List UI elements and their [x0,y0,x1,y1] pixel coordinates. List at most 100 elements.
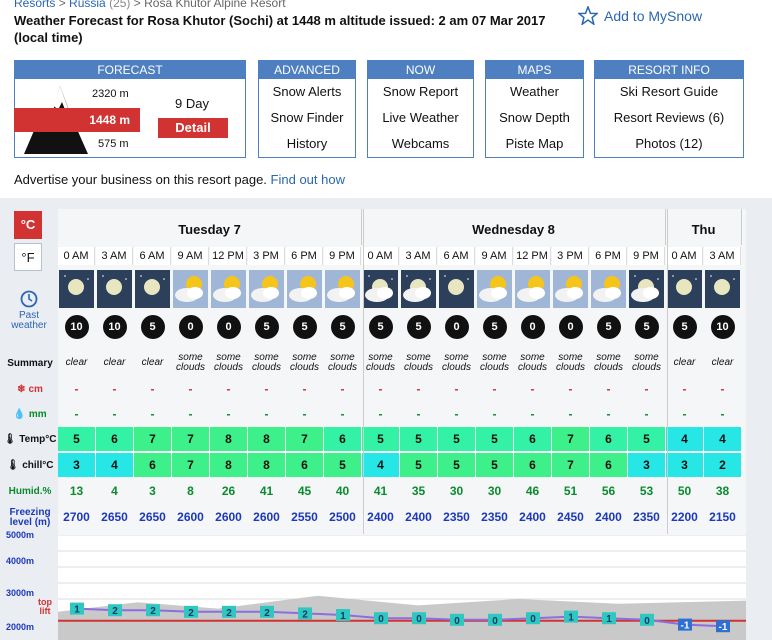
temp-cell: 7 [286,427,323,451]
wind-speed: 0 [520,315,545,339]
humid-cell: 8 [187,484,194,498]
summary-cell: clear [103,357,126,368]
breadcrumb-country[interactable]: Russia [69,0,106,10]
chart-tick-label: 3000m [6,588,35,598]
wind-arrow-icon: 5 [628,312,665,342]
temp-label: 🌡 Temp°C [2,427,58,451]
humid-cell: 30 [449,484,464,498]
wind-arrow-icon: 0 [552,312,589,342]
humid-cell: 46 [525,484,540,498]
day-header: Tuesday 7 [58,209,362,245]
night-cloud-icon [363,270,398,308]
photos-link[interactable]: Photos (12) [595,131,743,157]
freezing-cell: 2400 [367,510,394,524]
chill-cell: 4 [96,453,133,477]
thermometer-chill-icon: 🌡 [6,459,20,471]
freezing-cell: 2600 [177,510,204,524]
ski-resort-guide-link[interactable]: Ski Resort Guide [595,79,743,105]
summary-label: Summary [2,350,58,376]
wind-speed: 0 [178,315,203,339]
hour-label: 12 PM [210,247,247,265]
summary-cell: some clouds [404,352,433,373]
detail-button[interactable]: Detail [158,118,228,138]
summary-cell: some clouds [556,352,585,373]
top-elevation[interactable]: 2320 m [92,88,129,100]
summary-cell: some clouds [214,352,243,373]
wind-speed: 5 [292,315,317,339]
snow-alerts-link[interactable]: Snow Alerts [259,79,355,105]
wind-arrow-icon: 0 [172,312,209,342]
snow-cell: - [378,382,383,396]
resort-reviews-link[interactable]: Resort Reviews (6) [595,105,743,131]
now-header: NOW [368,61,473,79]
rain-cell: - [74,407,79,421]
webcams-link[interactable]: Webcams [368,131,473,157]
weather-map-link[interactable]: Weather [486,79,583,105]
summary-cell: some clouds [366,352,395,373]
sun-cloud-icon [173,270,208,308]
piste-map-link[interactable]: Piste Map [486,131,583,157]
temp-cell: 5 [476,427,513,451]
freezing-chart: 1 2 2 2 2 2 2 1 0 0 0 0 0 1 1 0 -1 -1 [58,535,746,640]
wind-speed: 0 [216,315,241,339]
freezing-marker-label: 0 [530,614,536,625]
past-weather-link[interactable]: Past weather [4,290,54,331]
hour-label: 6 AM [134,247,171,265]
hour-label: 0 AM [58,247,95,265]
chart-tick-label: 5000m [6,530,35,540]
summary-cell: clear [141,357,164,368]
hour-label: 6 AM [438,247,475,265]
wind-arrow-icon: 5 [400,312,437,342]
wind-arrow-icon: 10 [58,312,95,342]
temp-cell: 5 [400,427,437,451]
night-cloud-icon [401,270,436,308]
find-out-how-link[interactable]: Find out how [271,172,345,187]
wind-speed: 5 [140,315,165,339]
history-link[interactable]: History [259,131,355,157]
temp-cell: 5 [628,427,665,451]
mid-elevation[interactable]: 1448 m [14,108,140,132]
humid-cell: 26 [221,484,236,498]
hour-label: 3 PM [248,247,285,265]
wind-arrow-icon: 10 [704,312,741,342]
wind-speed: 10 [102,315,127,339]
snow-finder-link[interactable]: Snow Finder [259,105,355,131]
raindrop-icon: 💧 [13,408,26,420]
bottom-elevation[interactable]: 575 m [98,138,129,150]
freezing-cell: 2200 [671,510,698,524]
rain-cell: - [302,407,307,421]
wind-arrow-icon: 5 [476,312,513,342]
snow-report-link[interactable]: Snow Report [368,79,473,105]
summary-label-text: Summary [7,357,53,369]
snow-depth-link[interactable]: Snow Depth [486,105,583,131]
freezing-cell: 2150 [709,510,736,524]
chill-cell: 6 [134,453,171,477]
fahrenheit-toggle[interactable]: °F [14,243,42,271]
snow-cell: - [682,382,687,396]
rain-cell: - [530,407,535,421]
wind-speed: 5 [596,315,621,339]
celsius-toggle[interactable]: °C [14,211,42,239]
freezing-cell: 2400 [405,510,432,524]
wind-arrow-icon: 5 [590,312,627,342]
wind-speed: 0 [444,315,469,339]
humid-cell: 4 [111,484,118,498]
hour-label: 6 PM [286,247,323,265]
live-weather-link[interactable]: Live Weather [368,105,473,131]
snow-cell: - [606,382,611,396]
temp-cell: 4 [704,427,741,451]
breadcrumb-resorts[interactable]: Resorts [14,0,55,10]
temp-cell: 7 [134,427,171,451]
temp-cell: 8 [210,427,247,451]
add-to-mysnow-button[interactable]: Add to MySnow [578,6,702,25]
rain-cell: - [492,407,497,421]
freezing-marker-label: 2 [302,609,308,620]
past-weather-label: weather [11,320,47,331]
snow-cell: - [492,382,497,396]
rain-cell: - [188,407,193,421]
temp-cell: 4 [666,427,703,451]
summary-cell: some clouds [328,352,357,373]
humid-cell: 35 [411,484,426,498]
wind-speed: 0 [558,315,583,339]
freezing-marker-label: -1 [681,621,690,632]
